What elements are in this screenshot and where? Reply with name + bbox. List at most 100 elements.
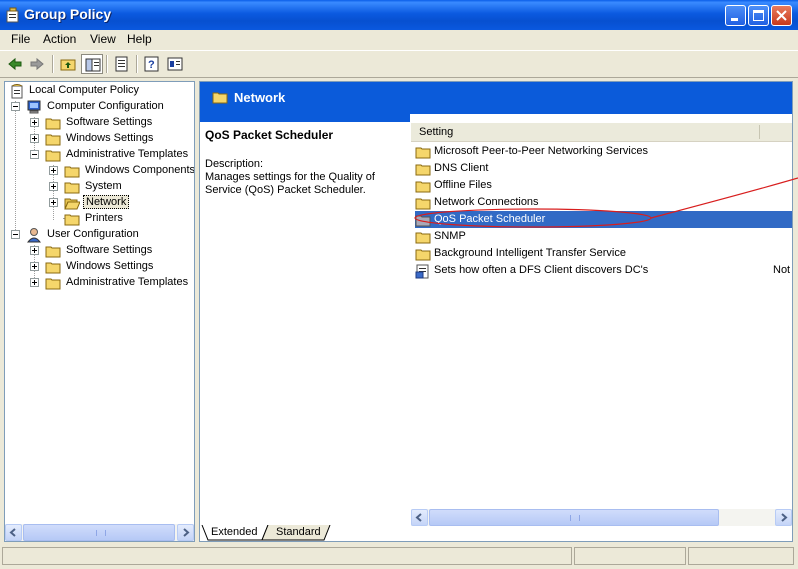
tree-horizontal-scrollbar[interactable] [5,524,194,541]
collapse-icon[interactable] [11,102,20,111]
tree-label: Administrative Templates [66,148,189,160]
tree-label: Software Settings [66,244,153,256]
folder-icon [415,147,431,159]
column-header-setting[interactable]: Setting [411,123,792,142]
list-item-label: QoS Packet Scheduler [434,213,546,225]
list-item[interactable]: Network Connections [415,194,792,211]
scroll-right-button[interactable] [177,524,194,541]
expand-icon[interactable] [49,166,58,175]
menu-help[interactable]: Help [127,32,152,46]
description-text: Manages settings for the Quality of Serv… [205,171,375,196]
scroll-left-button[interactable] [5,524,22,541]
show-hide-tree-icon [85,58,101,72]
list-item[interactable]: Microsoft Peer-to-Peer Networking Servic… [415,143,792,160]
menu-action[interactable]: Action [43,32,76,46]
list-item-label: Sets how often a DFS Client discovers DC… [434,264,649,276]
folder-icon [415,181,431,193]
status-panel [574,547,686,565]
tree-label: Printers [85,212,123,224]
scroll-left-button[interactable] [411,509,428,526]
list-item[interactable]: SNMP [415,228,792,245]
list-item[interactable]: Sets how often a DFS Client discovers DC… [415,262,792,279]
list-item-label: Microsoft Peer-to-Peer Networking Servic… [434,145,648,157]
help-icon: ? [144,56,159,72]
export-list-button[interactable] [111,54,133,74]
folder-icon [64,182,80,194]
folder-icon [45,118,61,130]
console-tree[interactable]: Local Computer Policy Computer Configura… [4,81,195,542]
expand-icon[interactable] [30,134,39,143]
minimize-button[interactable] [725,5,746,26]
expand-icon[interactable] [30,262,39,271]
folder-icon [45,278,61,290]
minimize-icon [731,18,738,21]
svg-text:?: ? [148,59,155,71]
up-folder-icon [60,59,76,71]
expand-icon[interactable] [30,278,39,287]
expand-icon[interactable] [49,198,58,207]
toolbar-separator [136,55,138,73]
folder-icon [64,166,80,178]
view-tabs: Extended Standard [200,525,792,541]
maximize-button[interactable] [748,5,769,26]
close-button[interactable] [771,5,792,26]
list-item[interactable]: DNS Client [415,160,792,177]
list-item[interactable]: Background Intelligent Transfer Service [415,245,792,262]
group-policy-icon [6,7,19,23]
list-item-selected[interactable]: QoS Packet Scheduler [415,211,792,228]
arrow-left-icon [415,513,422,522]
forward-button[interactable] [26,54,48,74]
properties-button[interactable] [164,54,186,74]
tree-label: Windows Settings [66,260,154,272]
show-hide-tree-button[interactable] [81,54,103,74]
menu-file[interactable]: File [11,32,30,46]
arrow-right-icon [183,528,190,537]
description-label: Description: [205,158,264,170]
tree-label: Software Settings [66,116,153,128]
scroll-thumb[interactable] [429,509,719,526]
collapse-icon[interactable] [11,230,20,239]
menu-view[interactable]: View [90,32,116,46]
list-item-state: Not [773,264,791,276]
tree-label: Network [83,195,130,209]
folder-icon [415,215,431,227]
tree-label: Computer Configuration [47,100,164,112]
status-panel [2,547,572,565]
tree-label: Windows Settings [66,132,154,144]
tree-label: Local Computer Policy [29,84,140,96]
status-panel [688,547,794,565]
settings-list[interactable]: Setting Microsoft Peer-to-Peer Networkin… [411,122,792,526]
description-block: Description: Manages settings for the Qu… [205,158,395,197]
expand-icon[interactable] [49,182,58,191]
close-icon [776,10,787,21]
folder-icon [415,249,431,261]
policy-scroll-icon [11,84,23,99]
folder-icon [64,214,80,226]
export-list-icon [115,56,128,72]
details-title: Network [234,90,286,105]
tree-label: System [85,180,122,192]
folder-icon [45,246,61,258]
expand-icon[interactable] [30,246,39,255]
scroll-thumb[interactable] [23,524,175,541]
open-folder-icon [64,198,80,210]
column-header-label: Setting [419,126,454,138]
toolbar: ? [0,50,798,78]
tree-label: Administrative Templates [66,276,189,288]
properties-icon [167,57,183,71]
back-icon [8,57,22,71]
expand-icon[interactable] [30,118,39,127]
folder-icon [45,134,61,146]
list-item-label: Offline Files [434,179,492,191]
arrow-left-icon [9,528,16,537]
back-button[interactable] [4,54,26,74]
toolbar-separator [52,55,54,73]
help-button[interactable]: ? [141,54,163,74]
list-item[interactable]: Offline Files [415,177,792,194]
list-horizontal-scrollbar[interactable] [411,509,792,526]
scroll-right-button[interactable] [775,509,792,526]
header-tab [200,114,410,122]
collapse-icon[interactable] [30,150,39,159]
column-divider[interactable] [759,125,760,139]
up-folder-button[interactable] [57,54,79,74]
